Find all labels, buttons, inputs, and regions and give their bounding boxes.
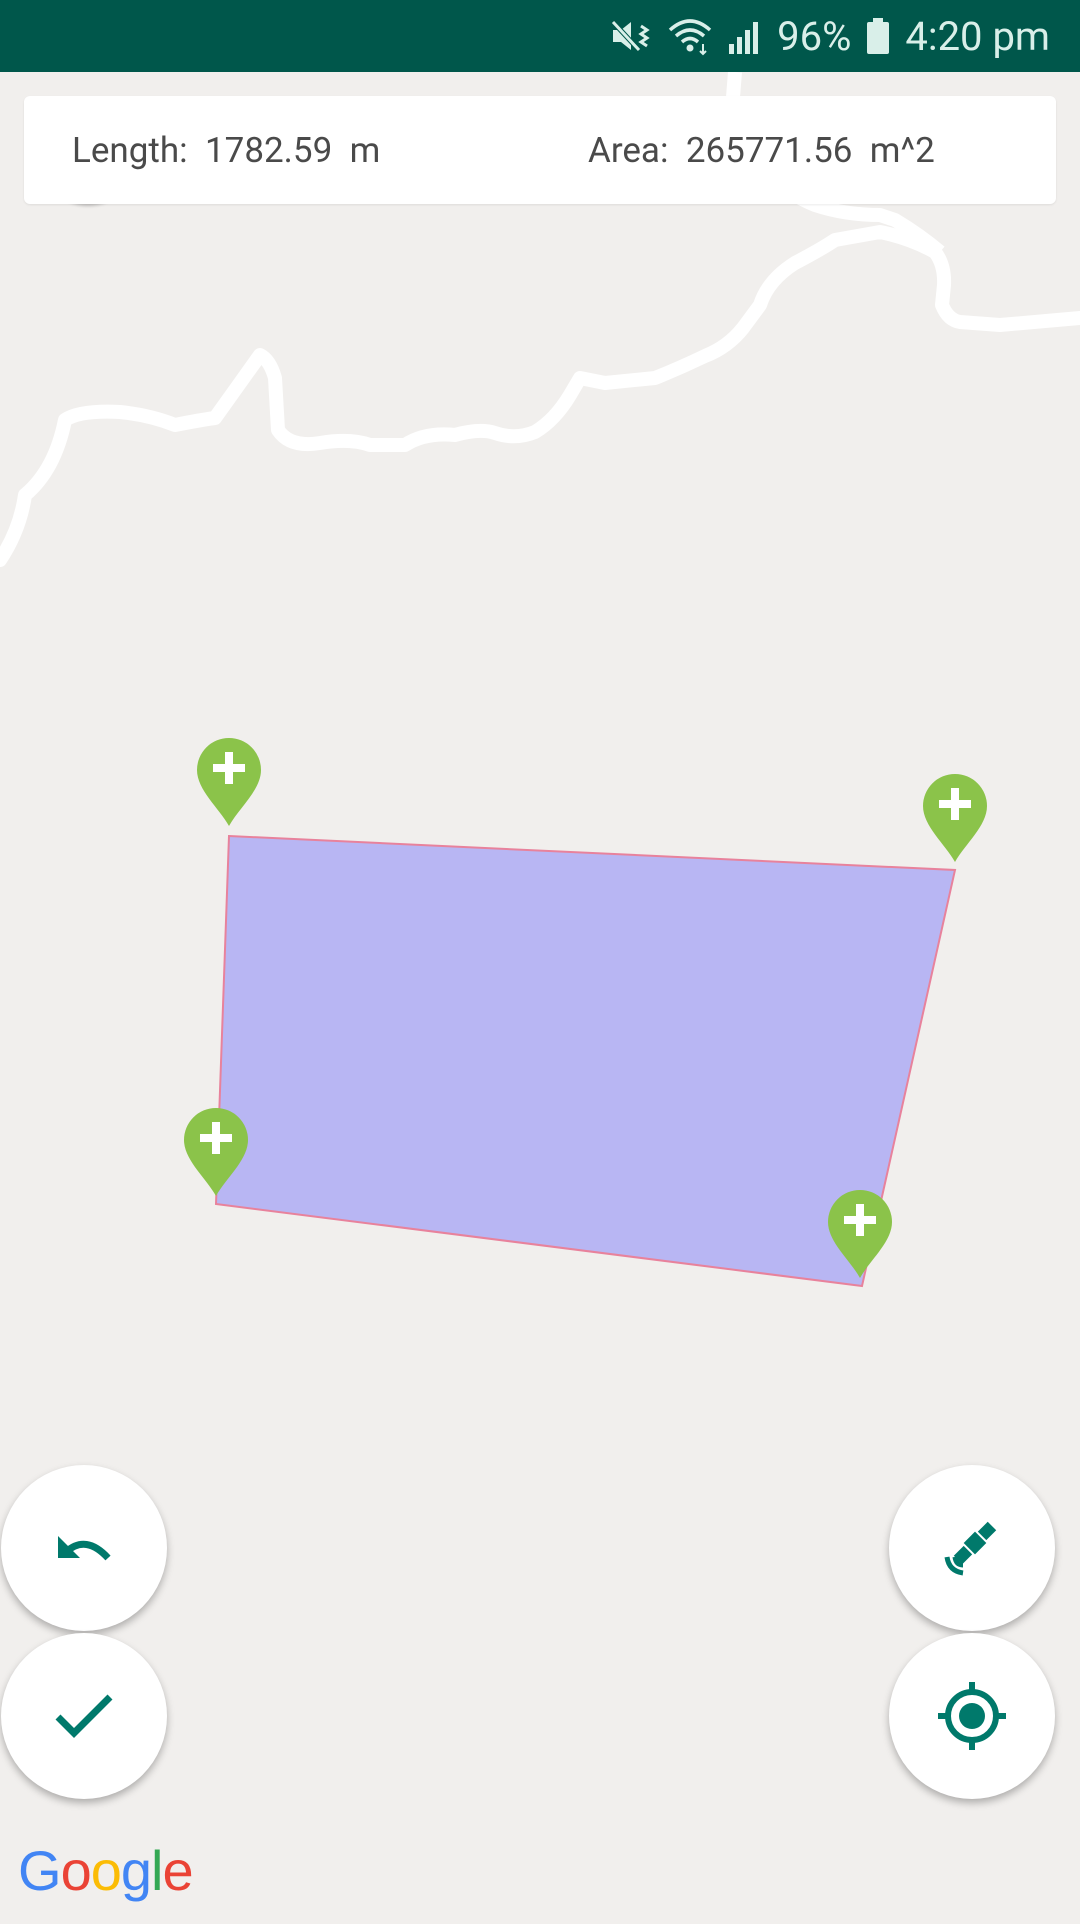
battery-icon [867, 18, 890, 54]
clock: 4:20 pm [905, 12, 1050, 60]
my-location-button[interactable] [889, 1633, 1055, 1799]
marker-top-right[interactable] [923, 774, 987, 862]
status-bar: 96% 4:20 pm [0, 0, 1080, 72]
length-label: Length: [72, 129, 188, 171]
google-logo: Google [18, 1839, 194, 1902]
confirm-button[interactable] [1, 1633, 167, 1799]
satellite-button[interactable] [889, 1465, 1055, 1631]
undo-icon [58, 1536, 111, 1561]
mute-vibrate-icon [611, 20, 650, 52]
area-unit: m^2 [869, 129, 935, 171]
area-label: Area: [588, 129, 669, 171]
signal-icon [729, 22, 759, 54]
marker-top-left[interactable] [197, 738, 261, 826]
undo-button[interactable] [1, 1465, 167, 1631]
map-canvas[interactable] [0, 71, 1080, 1920]
measurement-card: Length: 1782.59 m Area: 265771.56 m^2 [24, 96, 1056, 204]
length-value: 1782.59 [204, 129, 333, 171]
satellite-icon [944, 1521, 997, 1576]
length-unit: m [349, 129, 381, 171]
status-icons [609, 16, 763, 56]
road [0, 225, 1080, 567]
length-readout: Length: 1782.59 m [72, 130, 380, 171]
check-icon [55, 1694, 113, 1738]
wifi-icon [668, 19, 712, 56]
area-readout: Area: 265771.56 m^2 [588, 130, 935, 171]
map-view[interactable] [0, 71, 1080, 1920]
my-location-icon [938, 1682, 1006, 1750]
battery-percent: 96% [777, 12, 852, 60]
area-value: 265771.56 [685, 129, 853, 171]
